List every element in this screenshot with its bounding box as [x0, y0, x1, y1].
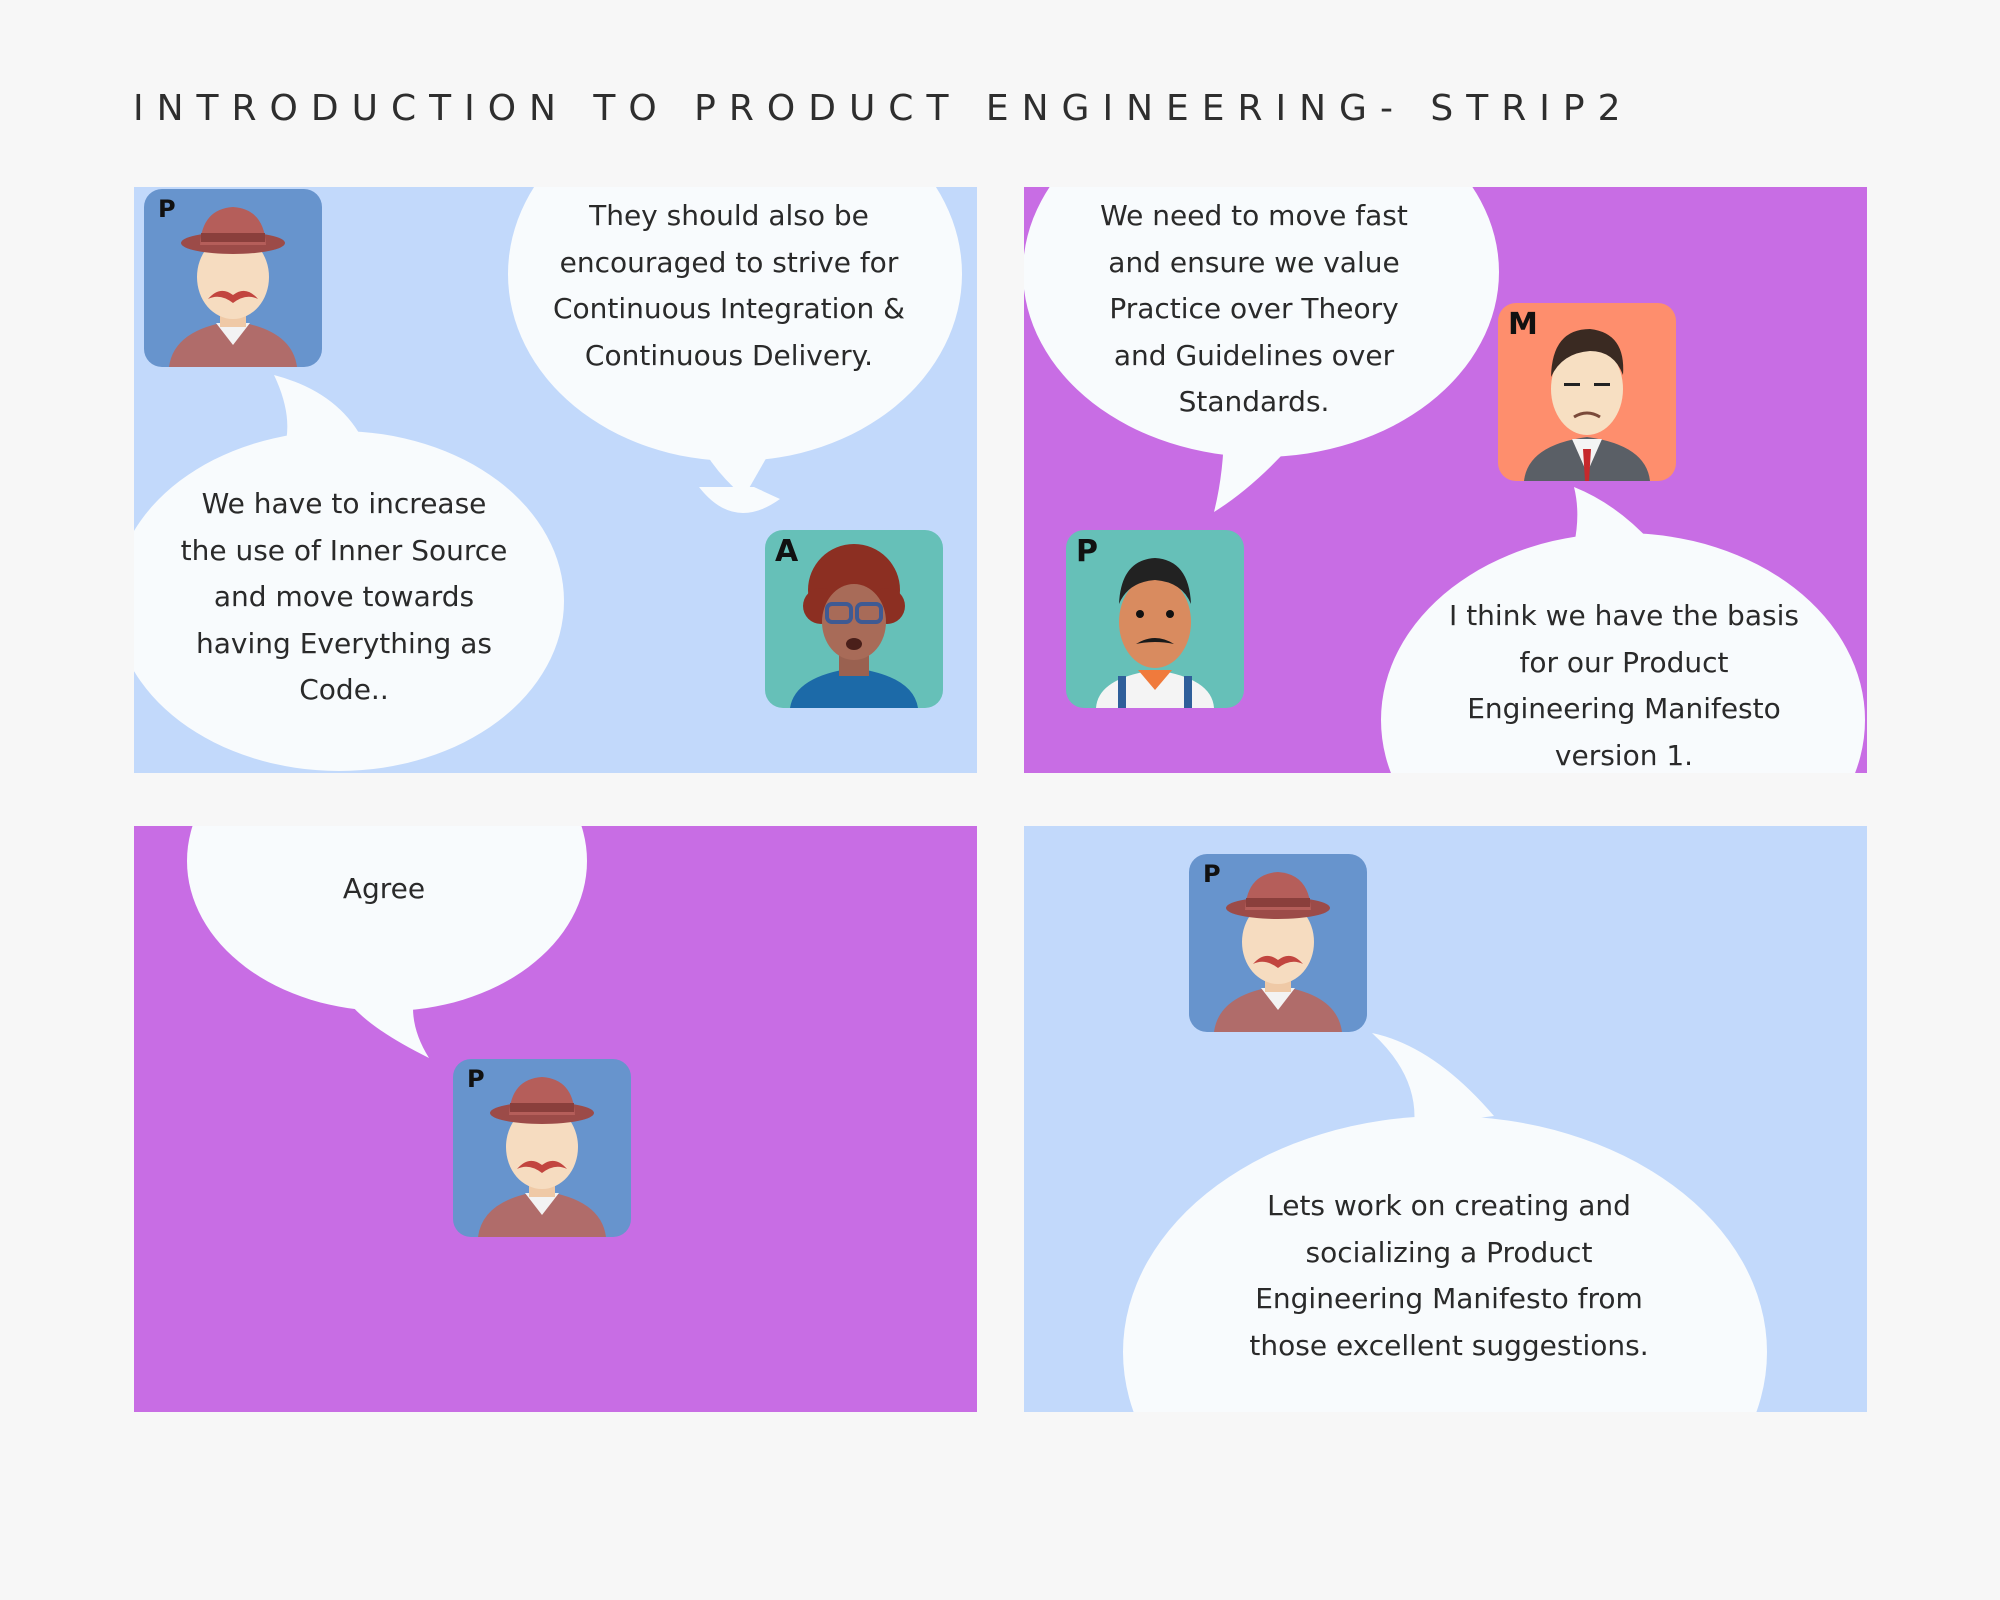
character-p-avatar: P	[1066, 530, 1244, 708]
speech-text: I think we have the basis for our Produc…	[1449, 599, 1799, 772]
speech-text: They should also be encouraged to strive…	[552, 199, 906, 372]
character-badge: P	[467, 1065, 485, 1093]
character-badge: P	[1203, 860, 1221, 888]
speech-bubble-tail	[1214, 427, 1294, 512]
character-a-avatar: A	[765, 530, 943, 708]
comic-panel-1: P A We have to increase the use of Inner…	[134, 187, 977, 773]
speech-bubble-tail	[1372, 1033, 1494, 1126]
character-p-avatar: P	[144, 189, 322, 367]
speech-text: Lets work on creating and socializing a …	[1249, 1189, 1649, 1362]
speech-bubble	[187, 826, 587, 1011]
character-p-avatar: P	[1189, 854, 1367, 1032]
character-badge: P	[158, 195, 176, 223]
character-badge: A	[775, 534, 799, 569]
character-badge: M	[1508, 307, 1538, 342]
speech-text: We need to move fast and ensure we value…	[1100, 199, 1408, 418]
comic-panel-3: P Agree	[134, 826, 977, 1412]
character-badge: P	[1076, 534, 1098, 569]
page-title: INTRODUCTION TO PRODUCT ENGINEERING- STR…	[133, 88, 1634, 129]
comic-panel-4: P Lets work on creating and socializing …	[1024, 826, 1867, 1412]
comic-panel-2: M P We need to move fast and ensure we v…	[1024, 187, 1867, 773]
speech-text: Agree	[342, 872, 426, 905]
speech-text: We have to increase the use of Inner Sou…	[180, 487, 508, 706]
character-p-avatar: P	[453, 1059, 631, 1237]
character-m-avatar: M	[1498, 303, 1676, 481]
